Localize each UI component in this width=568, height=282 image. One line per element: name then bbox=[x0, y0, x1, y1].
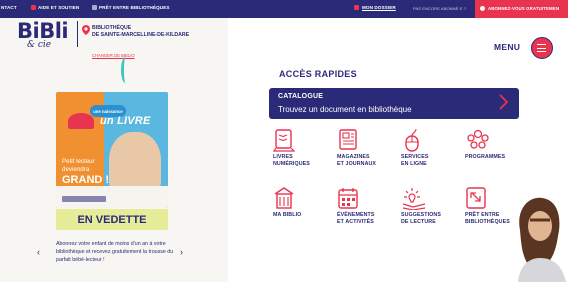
hamburger-line bbox=[537, 44, 546, 46]
tile-label-2: EN LIGNE bbox=[401, 161, 427, 167]
vedette-description: Abonnez votre enfant de moins d'un an à … bbox=[56, 241, 174, 263]
mouse-icon bbox=[405, 128, 419, 152]
help-icon bbox=[31, 5, 36, 10]
library-name-line1: BIBLIOTHÈQUE bbox=[92, 25, 132, 31]
library-name: BIBLIOTHÈQUE DE SAINTE-MARCELLINE-DE-KIL… bbox=[92, 25, 189, 39]
decorative-arc bbox=[121, 57, 130, 83]
building-icon bbox=[274, 187, 294, 209]
catalogue-title: CATALOGUE bbox=[278, 93, 324, 100]
menu-label[interactable]: MENU bbox=[494, 42, 520, 52]
logo-subtext: & cie bbox=[27, 40, 52, 50]
site-logo[interactable]: BiBli & cie bbox=[17, 19, 69, 50]
hamburger-line bbox=[537, 51, 546, 53]
tile-label-2: NUMÉRIQUES bbox=[273, 161, 310, 167]
tile-label-1: ÉVÈNEMENTS bbox=[337, 212, 375, 218]
tile-services-en-ligne[interactable]: SERVICES EN LIGNE bbox=[401, 128, 461, 168]
tile-label-2: DE LECTURE bbox=[401, 219, 436, 225]
reading-lamp-icon bbox=[402, 188, 426, 210]
tile-label-1: SERVICES bbox=[401, 154, 429, 160]
catalogue-subtitle: Trouvez un document en bibliothèque bbox=[278, 105, 412, 114]
partner-logos bbox=[62, 196, 106, 202]
people-icon bbox=[467, 129, 489, 149]
catalogue-button[interactable]: CATALOGUE Trouvez un document en bibliot… bbox=[269, 88, 519, 119]
menu-button[interactable] bbox=[531, 37, 553, 59]
mon-dossier-link[interactable]: MON DOSSIER bbox=[362, 5, 396, 10]
poster-livre: un LIVRE bbox=[100, 115, 151, 127]
carousel-next-icon[interactable]: › bbox=[180, 247, 183, 257]
tile-label-2: ET ACTIVITÉS bbox=[337, 219, 374, 225]
contact-link[interactable]: NTACT bbox=[1, 5, 17, 10]
mascot-hat bbox=[68, 113, 94, 129]
tile-label-1: MAGAZINES bbox=[337, 154, 370, 160]
subscribe-label: ABONNEZ-VOUS GRATUITEMEN bbox=[488, 6, 560, 11]
featured-poster[interactable]: une naissance un LIVRE Petit lecteur dev… bbox=[56, 92, 168, 208]
tile-label-1: MA BIBLIO bbox=[273, 212, 302, 218]
quick-access-title: ACCÈS RAPIDES bbox=[279, 69, 357, 79]
hamburger-line bbox=[537, 47, 546, 49]
tile-label-1: PROGRAMMES bbox=[465, 154, 506, 160]
poster-tagline-2: deviendra bbox=[62, 166, 90, 173]
tile-suggestions[interactable]: SUGGESTIONS DE LECTURE bbox=[401, 186, 461, 226]
tile-programmes[interactable]: PROGRAMMES bbox=[465, 128, 525, 161]
tile-label-2: ET JOURNAUX bbox=[337, 161, 377, 167]
poster-tagline: Petit lecteur deviendra bbox=[62, 158, 95, 174]
user-add-icon bbox=[480, 6, 485, 11]
chevron-right-icon bbox=[499, 94, 509, 110]
calendar-icon bbox=[338, 188, 358, 209]
baby-photo bbox=[109, 132, 161, 194]
logo-divider bbox=[77, 21, 78, 47]
newspaper-icon bbox=[339, 129, 357, 150]
location-pin-icon bbox=[82, 25, 90, 35]
top-bar: NTACT AIDE ET SOUTIEN PRÊT ENTRE BIBLIOT… bbox=[0, 0, 568, 18]
transfer-icon bbox=[466, 187, 486, 209]
pret-link[interactable]: PRÊT ENTRE BIBLIOTHÈQUES bbox=[99, 5, 170, 10]
tile-label-1: LIVRES bbox=[273, 154, 293, 160]
book-icon bbox=[92, 5, 97, 10]
aide-link[interactable]: AIDE ET SOUTIEN bbox=[38, 5, 79, 10]
tile-magazines[interactable]: MAGAZINES ET JOURNAUX bbox=[337, 128, 397, 168]
tile-evenements[interactable]: ÉVÈNEMENTS ET ACTIVITÉS bbox=[337, 186, 397, 226]
library-name-line2: DE SAINTE-MARCELLINE-DE-KILDARE bbox=[92, 32, 190, 38]
user-icon bbox=[354, 5, 359, 10]
tile-ma-biblio[interactable]: MA BIBLIO bbox=[273, 186, 333, 219]
en-vedette-title: EN VEDETTE bbox=[56, 209, 168, 230]
poster-grand: GRAND ! bbox=[62, 174, 110, 186]
carousel-prev-icon[interactable]: ‹ bbox=[37, 247, 40, 257]
subscribe-button[interactable]: ABONNEZ-VOUS GRATUITEMEN bbox=[475, 0, 568, 18]
tile-livres-numeriques[interactable]: LIVRES NUMÉRIQUES bbox=[273, 128, 333, 168]
tile-label-1: SUGGESTIONS bbox=[401, 212, 441, 218]
reader-photo bbox=[518, 197, 566, 282]
not-member-text: PAS ENCORE ABONNÉ·E ? bbox=[413, 6, 467, 11]
poster-tagline-1: Petit lecteur bbox=[62, 158, 95, 165]
ebook-icon bbox=[273, 129, 295, 152]
